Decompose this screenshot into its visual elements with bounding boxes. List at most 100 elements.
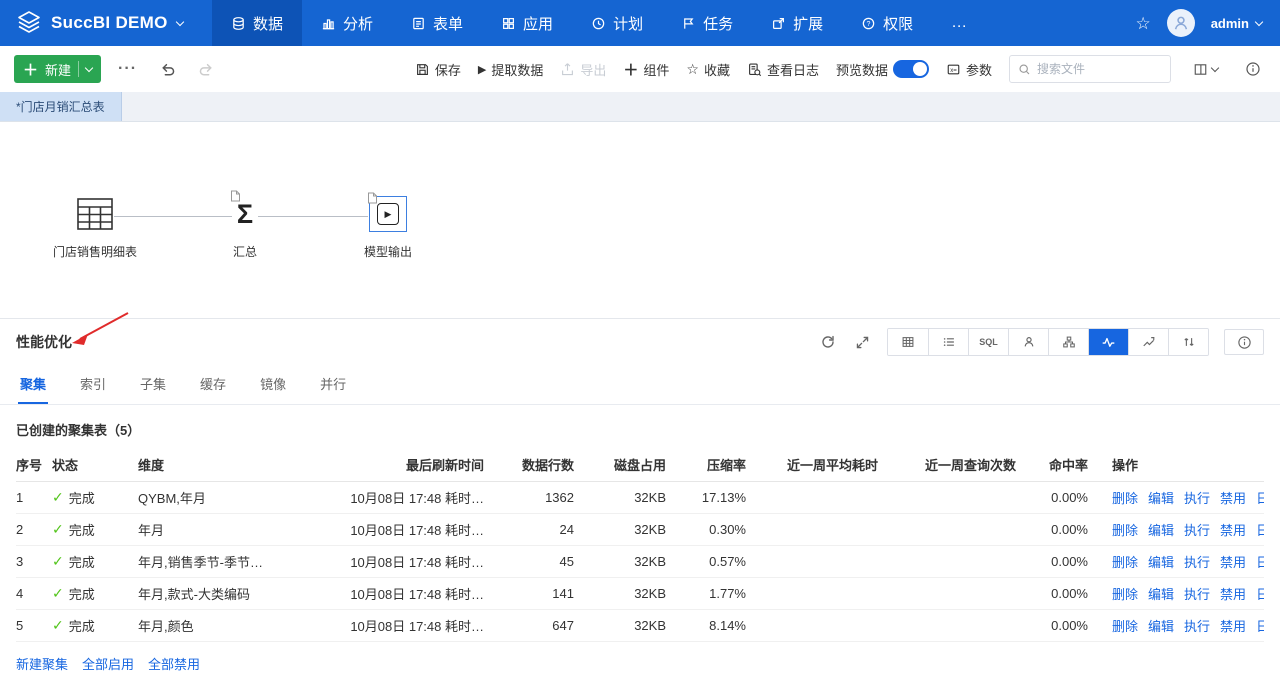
sql-view-button[interactable]: SQL [968, 329, 1008, 355]
action-execute[interactable]: 执行 [1184, 587, 1210, 602]
tab-parallel[interactable]: 并行 [318, 365, 348, 404]
nav-item-apps[interactable]: 应用 [482, 0, 572, 46]
user-flow-view-button[interactable] [1008, 329, 1048, 355]
trend-view-button[interactable] [1128, 329, 1168, 355]
swap-view-button[interactable] [1168, 329, 1208, 355]
export-icon [560, 62, 575, 77]
action-execute[interactable]: 执行 [1184, 491, 1210, 506]
brand-chevron-down-icon [175, 17, 183, 25]
document-tab[interactable]: *门店月销汇总表 [0, 92, 122, 121]
action-delete[interactable]: 删除 [1112, 523, 1138, 538]
brand[interactable]: SuccBI DEMO [0, 0, 212, 46]
action-execute[interactable]: 执行 [1184, 619, 1210, 634]
action-edit[interactable]: 编辑 [1148, 619, 1174, 634]
performance-view-button[interactable] [1088, 329, 1128, 355]
action-log[interactable]: 日志 [1256, 587, 1264, 602]
tab-mirror[interactable]: 镜像 [258, 365, 288, 404]
table-view-button[interactable] [888, 329, 928, 355]
swap-icon [1182, 335, 1196, 349]
col-refresh-time: 最后刷新时间 [314, 455, 484, 474]
nav-item-analysis[interactable]: 分析 [302, 0, 392, 46]
row-actions: 删除编辑执行禁用日志 [1088, 552, 1264, 571]
node-badge-icon [367, 192, 378, 207]
new-chevron-down-icon [85, 63, 93, 71]
tab-cache[interactable]: 缓存 [198, 365, 228, 404]
list-view-icon [942, 335, 956, 349]
user-menu[interactable]: admin [1211, 16, 1262, 31]
action-execute[interactable]: 执行 [1184, 523, 1210, 538]
tab-aggregates[interactable]: 聚集 [18, 365, 48, 404]
view-log-button[interactable]: 查看日志 [747, 60, 819, 79]
expand-button[interactable] [853, 333, 872, 352]
more-button[interactable]: ··· [113, 58, 142, 80]
table-header-row: 序号 状态 维度 最后刷新时间 数据行数 磁盘占用 压缩率 近一周平均耗时 近一… [16, 448, 1264, 482]
action-log[interactable]: 日志 [1256, 619, 1264, 634]
avatar[interactable] [1167, 9, 1195, 37]
tab-subsets[interactable]: 子集 [138, 365, 168, 404]
action-execute[interactable]: 执行 [1184, 555, 1210, 570]
panel-header: 性能优化 SQL [0, 319, 1280, 365]
favorite-star-icon[interactable]: ☆ [1135, 15, 1150, 32]
action-disable[interactable]: 禁用 [1220, 491, 1246, 506]
action-log[interactable]: 日志 [1256, 491, 1264, 506]
nav-item-plans[interactable]: 计划 [572, 0, 662, 46]
topology-view-button[interactable] [1048, 329, 1088, 355]
node-source-table[interactable]: 门店销售明细表 [30, 194, 160, 260]
clock-icon [591, 16, 606, 31]
undo-button[interactable] [154, 59, 181, 80]
nav-item-more[interactable]: … [932, 0, 988, 46]
info-icon [1245, 61, 1261, 77]
bar-chart-icon [321, 16, 336, 31]
info-icon [1237, 335, 1252, 350]
save-button[interactable]: 保存 [415, 60, 461, 79]
action-delete[interactable]: 删除 [1112, 491, 1138, 506]
redo-button[interactable] [193, 59, 220, 80]
search-input[interactable] [1037, 62, 1162, 76]
action-edit[interactable]: 编辑 [1148, 491, 1174, 506]
new-aggregate-link[interactable]: 新建聚集 [16, 654, 68, 673]
action-disable[interactable]: 禁用 [1220, 587, 1246, 602]
svg-text:?: ? [867, 20, 871, 27]
nav-item-tasks[interactable]: 任务 [662, 0, 752, 46]
nav-item-extensions[interactable]: 扩展 [752, 0, 842, 46]
action-delete[interactable]: 删除 [1112, 619, 1138, 634]
parameters-button[interactable]: x= 参数 [946, 60, 992, 79]
list-view-button[interactable] [928, 329, 968, 355]
panel-info-button[interactable] [1224, 329, 1264, 355]
action-delete[interactable]: 删除 [1112, 587, 1138, 602]
action-log[interactable]: 日志 [1256, 523, 1264, 538]
toolbar-info-button[interactable] [1240, 59, 1266, 79]
preview-toggle[interactable] [893, 60, 929, 78]
nav-item-data[interactable]: 数据 [212, 0, 302, 46]
extract-data-button[interactable]: ▶ 提取数据 [478, 60, 543, 79]
action-edit[interactable]: 编辑 [1148, 587, 1174, 602]
nav-item-forms[interactable]: 表单 [392, 0, 482, 46]
enable-all-link[interactable]: 全部启用 [82, 654, 134, 673]
export-button[interactable]: 导出 [560, 60, 606, 79]
layout-view-button[interactable] [1188, 60, 1223, 79]
action-log[interactable]: 日志 [1256, 555, 1264, 570]
aggregates-table: 序号 状态 维度 最后刷新时间 数据行数 磁盘占用 压缩率 近一周平均耗时 近一… [16, 448, 1264, 642]
action-delete[interactable]: 删除 [1112, 555, 1138, 570]
nav-item-permissions[interactable]: ? 权限 [842, 0, 932, 46]
action-edit[interactable]: 编辑 [1148, 523, 1174, 538]
panel-footer: 新建聚集 全部启用 全部禁用 [0, 642, 1280, 685]
sql-label: SQL [979, 337, 998, 347]
model-canvas[interactable]: 门店销售明细表 Σ 汇总 ▶ 模型输出 [0, 122, 1280, 318]
node-aggregate[interactable]: Σ 汇总 [180, 194, 310, 260]
node-model-output[interactable]: ▶ 模型输出 [323, 194, 453, 260]
disable-all-link[interactable]: 全部禁用 [148, 654, 200, 673]
refresh-button[interactable] [818, 332, 838, 352]
new-button[interactable]: ＋ 新建 [14, 55, 101, 83]
action-disable[interactable]: 禁用 [1220, 555, 1246, 570]
table-row: 2 ✓完成 年月 10月08日 17:48 耗时… 24 32KB 0.30% … [16, 514, 1264, 546]
table-node-icon [76, 197, 114, 231]
action-disable[interactable]: 禁用 [1220, 523, 1246, 538]
action-edit[interactable]: 编辑 [1148, 555, 1174, 570]
col-compression: 压缩率 [666, 455, 746, 474]
component-button[interactable]: ＋ 组件 [623, 59, 669, 80]
tab-indexes[interactable]: 索引 [78, 365, 108, 404]
favorite-button[interactable]: ☆ 收藏 [686, 60, 730, 79]
action-disable[interactable]: 禁用 [1220, 619, 1246, 634]
panel-tabs: 聚集 索引 子集 缓存 镜像 并行 [0, 365, 1280, 405]
